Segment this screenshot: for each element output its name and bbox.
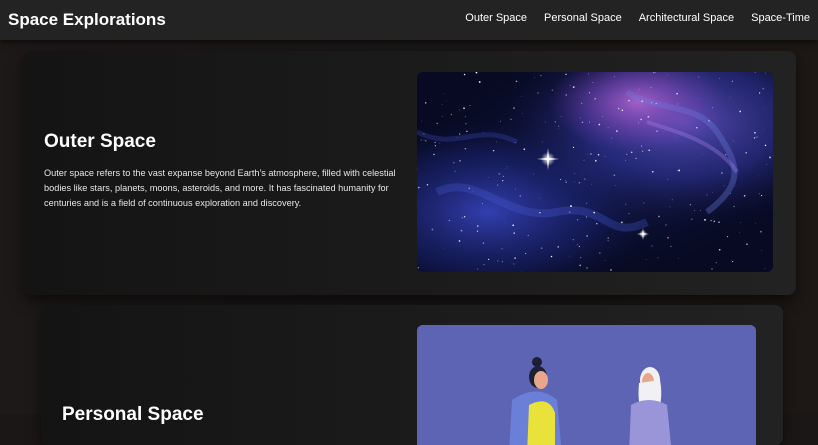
site-header: Space Explorations Outer Space Personal … [0,0,818,40]
nav-link-architectural-space[interactable]: Architectural Space [639,12,734,24]
two-people-illustration [417,325,756,445]
section-description: Outer space refers to the vast expanse b… [44,168,396,208]
main-nav: Outer Space Personal Space Architectural… [465,12,810,24]
nav-link-space-time[interactable]: Space-Time [751,12,810,24]
nav-link-personal-space[interactable]: Personal Space [544,12,622,24]
section-title: Personal Space [62,404,204,425]
section-card-personal-space: Personal Space [41,305,783,445]
nebula-starfield-image [417,72,773,272]
site-title[interactable]: Space Explorations [8,10,166,30]
nav-link-outer-space[interactable]: Outer Space [465,12,527,24]
section-card-outer-space: Outer Space Outer space refers to the va… [23,51,796,295]
section-title: Outer Space [44,131,156,152]
